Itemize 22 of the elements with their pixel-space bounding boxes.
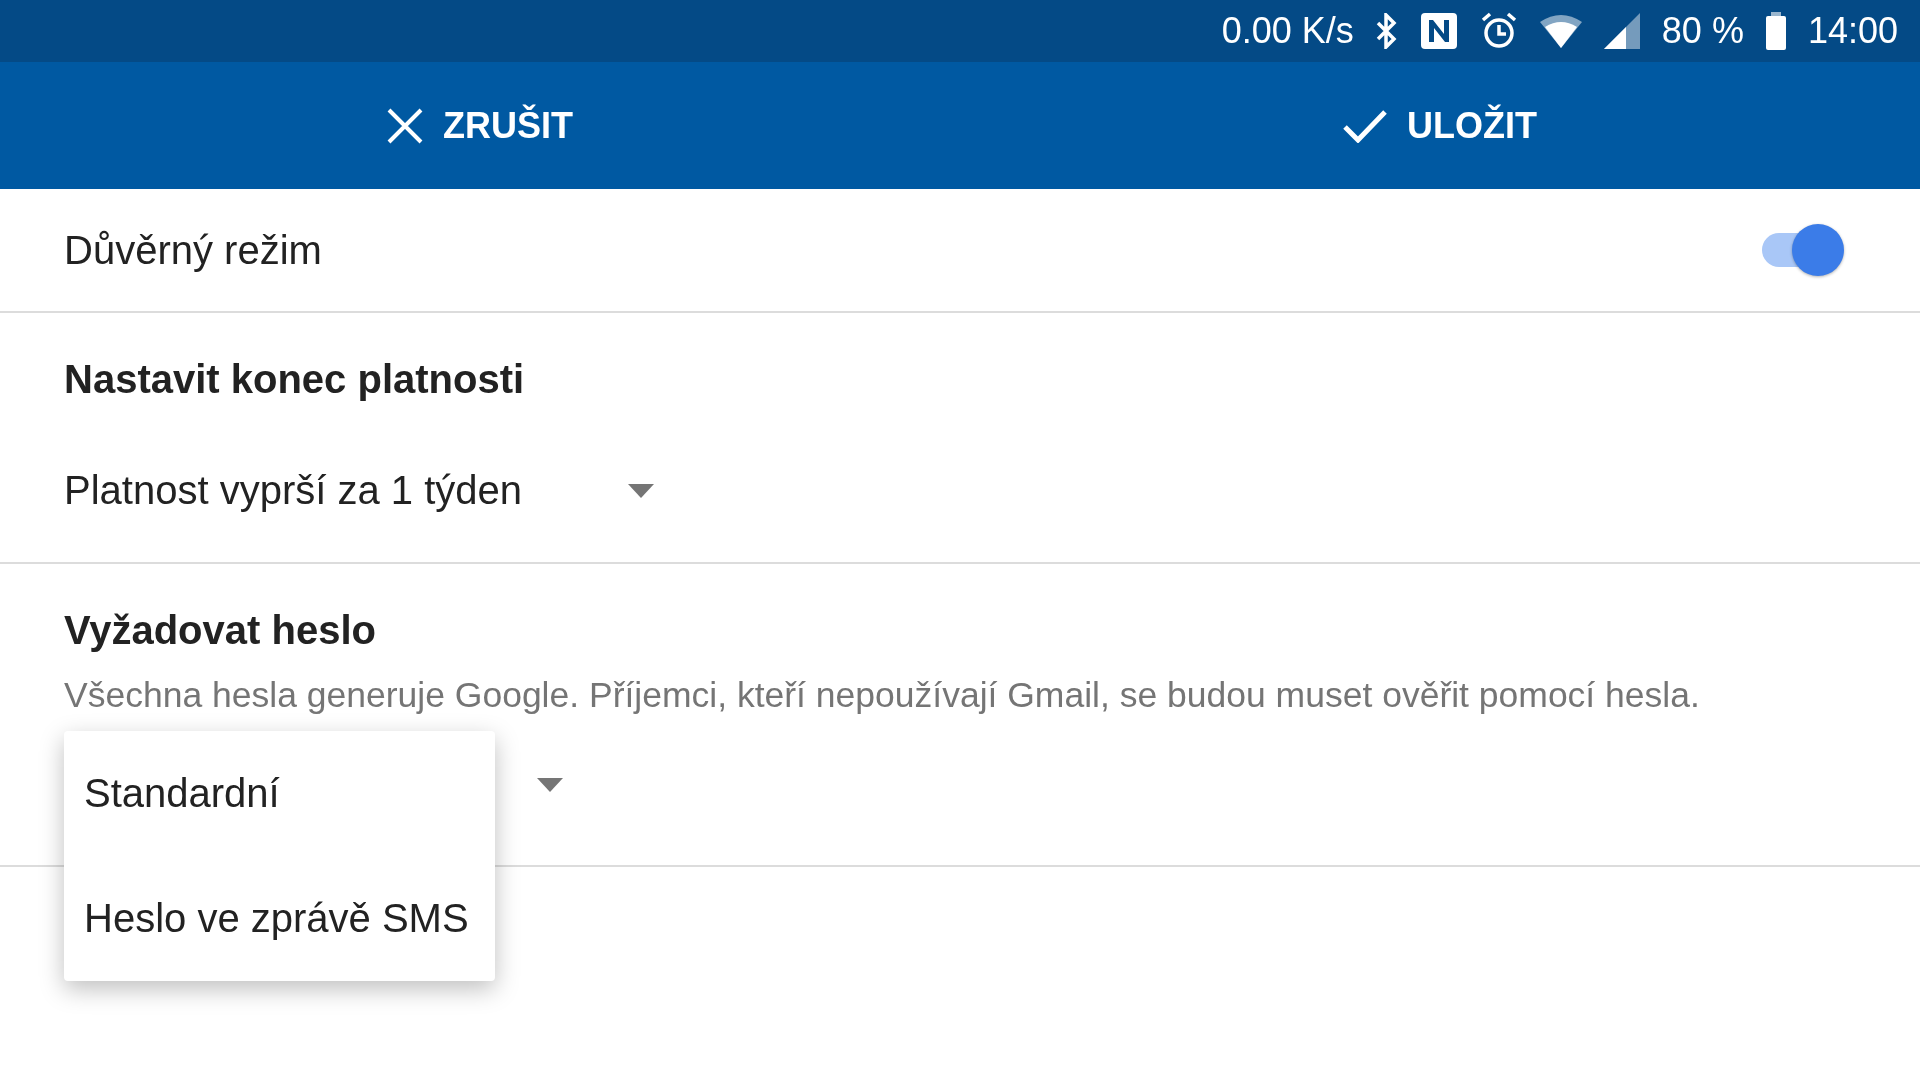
close-icon <box>387 107 423 144</box>
dropdown-caret-icon <box>537 778 563 792</box>
section-title: Nastavit konec platnosti <box>64 357 526 402</box>
bluetooth-icon <box>1375 13 1398 49</box>
cell-signal-icon <box>1603 13 1640 49</box>
wifi-icon <box>1539 14 1582 48</box>
expiry-dropdown[interactable]: Platnost vyprší za 1 týden <box>64 468 654 513</box>
section-description: Všechna hesla generuje Google. Příjemci, kteří nepoužívají Gmail, se budou muset ověřit pomocí hesla. <box>64 675 1701 716</box>
save-button[interactable]: ULOŽIT <box>960 62 1920 189</box>
nfc-icon <box>1419 12 1458 50</box>
network-speed: 0.00 K/s <box>1221 10 1354 52</box>
alarm-clock-icon <box>1479 12 1518 50</box>
cancel-button[interactable]: ZRUŠIT <box>0 62 960 189</box>
clock: 14:00 <box>1807 10 1898 52</box>
section-title: Vyžadovat heslo <box>64 608 377 653</box>
menu-item[interactable]: Standardní <box>64 771 495 816</box>
setting-label: Důvěrný režim <box>64 227 322 273</box>
dropdown-caret-icon <box>628 483 654 498</box>
checkmark-icon <box>1343 108 1387 143</box>
battery-icon <box>1765 12 1786 50</box>
battery-percent: 80 % <box>1661 10 1744 52</box>
menu-item[interactable]: Heslo ve zprávě SMS <box>64 896 495 941</box>
